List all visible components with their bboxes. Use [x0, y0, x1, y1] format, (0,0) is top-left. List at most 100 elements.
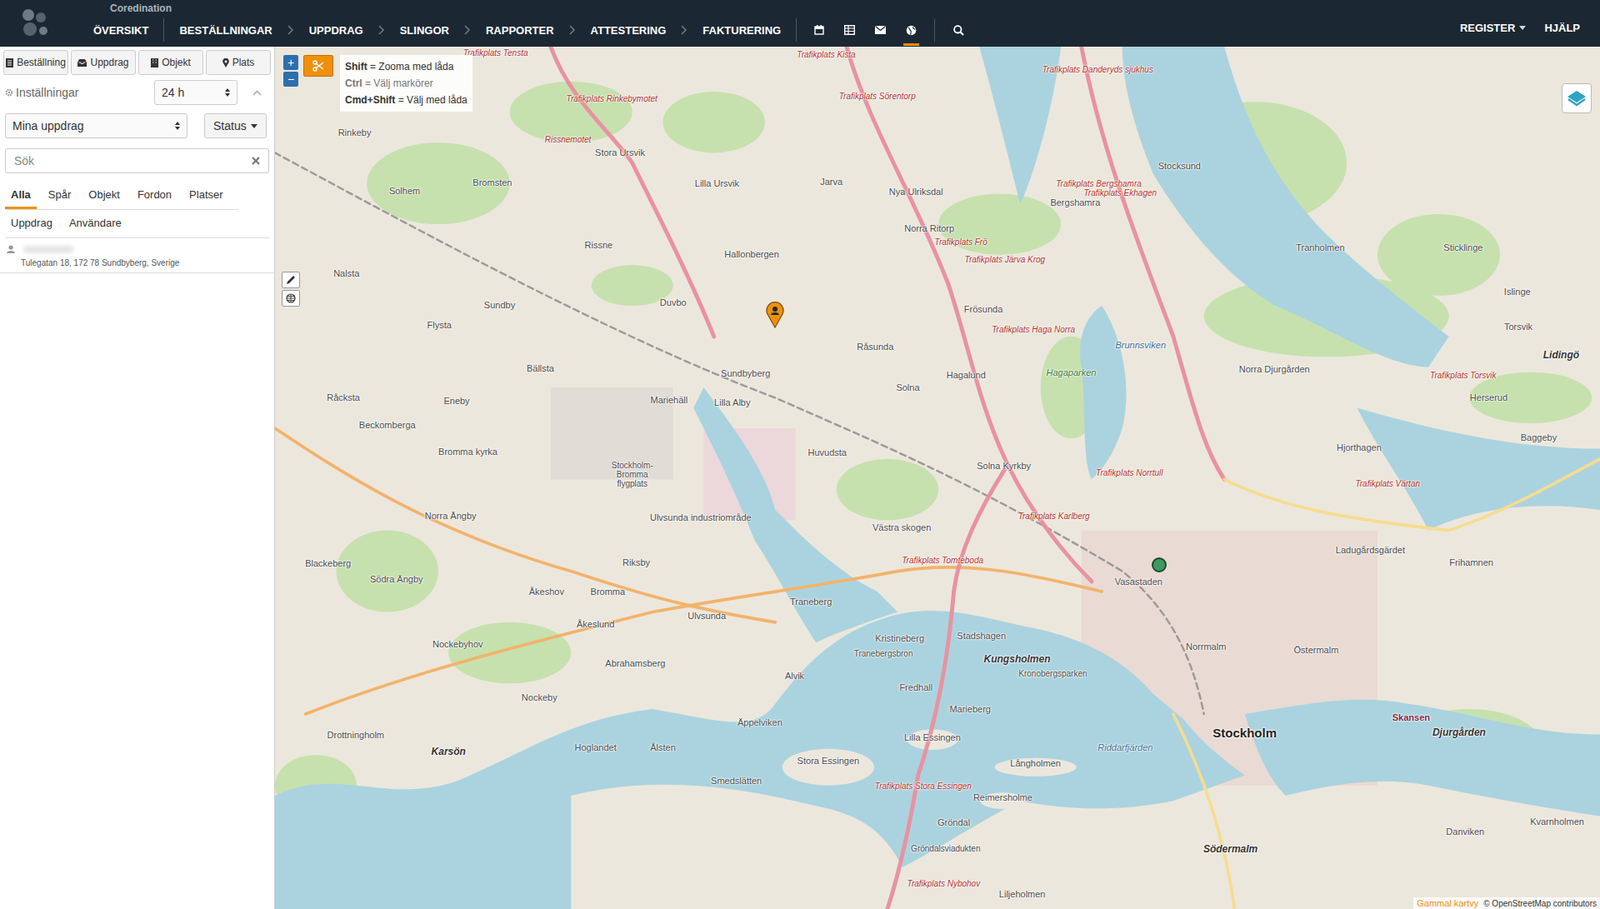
nav-item[interactable]: BESTÄLLNINGAR	[179, 24, 272, 37]
map-label: Jarva	[820, 176, 843, 187]
map-label: Hjorthagen	[1336, 442, 1382, 453]
nav-right-item[interactable]: HJÄLP	[1544, 21, 1580, 35]
settings-row: Inställningar 24 h	[0, 75, 275, 105]
map-label: Gröndal	[937, 817, 970, 828]
calendar-icon	[814, 25, 825, 35]
create-button[interactable]: Uppdrag	[70, 50, 136, 75]
map[interactable]: RinkebyStora UrsvikLilla UrsvikJarvaNya …	[275, 46, 1600, 909]
map-marker[interactable]	[1151, 557, 1167, 573]
map-label: Mariehäll	[650, 395, 689, 405]
map-label: Liljeholmen	[999, 889, 1046, 900]
draw-area-button[interactable]	[281, 290, 300, 307]
map-label: Frihamnen	[1449, 557, 1494, 568]
updown-icon	[225, 88, 230, 97]
filter-tab[interactable]: Användare	[63, 211, 128, 238]
period-select[interactable]: 24 h	[154, 80, 238, 105]
main-menu: ÖVERSIKT BESTÄLLNINGAR UPPDRAG SLINGOR R…	[93, 14, 965, 46]
clear-icon[interactable]	[251, 156, 260, 165]
map-label: Bromma kyrka	[438, 446, 498, 457]
map-label: Råcksta	[326, 392, 360, 403]
blurred-name	[23, 245, 74, 254]
filter-select[interactable]: Mina uppdrag	[5, 113, 188, 139]
zoom-button[interactable]: −	[283, 71, 299, 87]
map-label: Södermalm	[1203, 843, 1258, 855]
view-tab[interactable]	[872, 14, 889, 46]
nav-right-item[interactable]: REGISTER	[1460, 21, 1526, 35]
sidebar: Beställning Uppdrag Objekt Plats Inställ…	[0, 46, 275, 909]
map-label: Trafikplats Värtan	[1355, 479, 1420, 489]
zoom-control: +−	[283, 55, 299, 87]
create-button[interactable]: Plats	[205, 50, 271, 75]
grid-globe-icon	[285, 293, 296, 304]
view-tab[interactable]	[811, 14, 827, 46]
draw-line-button[interactable]	[281, 271, 300, 289]
status-button[interactable]: Status	[204, 113, 267, 139]
map-label: Gröndalsviadukten	[910, 843, 980, 853]
attribution[interactable]: © OpenStreetMap contributors	[1483, 899, 1597, 909]
create-button[interactable]: Beställning	[3, 50, 69, 75]
building-icon	[150, 58, 159, 68]
map-label: Norrmalm	[1185, 641, 1226, 652]
create-button[interactable]: Objekt	[138, 50, 204, 75]
filter-tabs: AllaSpårObjektFordonPlatser	[5, 183, 239, 210]
map-label: Trafikplats Torsvik	[1430, 370, 1496, 380]
filter-tab[interactable]: Objekt	[82, 183, 126, 210]
cluster-toggle[interactable]	[303, 55, 334, 77]
map-label: Trafikplats Sörentorp	[839, 90, 916, 100]
map-label: Eneby	[443, 395, 470, 406]
map-label: Fredhall	[899, 682, 933, 693]
view-tab[interactable]	[841, 14, 858, 46]
filter-tab[interactable]: Alla	[5, 183, 37, 210]
nav-item[interactable]: FAKTURERING	[702, 24, 781, 37]
nav-item[interactable]: ATTESTERING	[590, 24, 667, 37]
view-tab[interactable]	[903, 14, 920, 46]
logo-icon[interactable]	[18, 0, 55, 47]
search-icon[interactable]	[953, 25, 965, 36]
map-label: Kristineberg	[875, 633, 925, 644]
filter-tab[interactable]: Fordon	[131, 183, 178, 210]
nav-divider	[934, 18, 935, 42]
table-icon	[844, 25, 855, 35]
map-label: Västra skogen	[872, 522, 931, 533]
help-row: Cmd+Shift = Välj med låda	[345, 91, 468, 109]
search-placeholder: Sök	[14, 154, 35, 168]
nav-item[interactable]: RAPPORTER	[485, 24, 555, 37]
old-map-link[interactable]: Gammal kartvy	[1416, 898, 1479, 909]
chevron-icon	[287, 25, 295, 35]
map-label: Nalsta	[333, 268, 360, 279]
nav-divider	[163, 18, 165, 42]
map-label: Trafikplats Norrtull	[1095, 467, 1163, 477]
map-label: Stora Ursvik	[595, 147, 645, 158]
collapse-button[interactable]	[244, 90, 270, 96]
map-label: Reimersholme	[973, 792, 1033, 803]
scissors-icon	[312, 60, 325, 72]
chevron-icon	[569, 25, 576, 35]
map-pin-icon[interactable]	[765, 301, 785, 329]
caret-icon	[250, 124, 258, 129]
nav-item[interactable]: SLINGOR	[400, 24, 450, 37]
zoom-button[interactable]: +	[283, 55, 299, 70]
map-label: Hagalund	[946, 370, 986, 380]
map-label: Trafikplats Frö	[935, 236, 988, 246]
map-label: Hallonbergen	[724, 249, 779, 260]
layers-button[interactable]	[1561, 83, 1592, 114]
nav-item[interactable]: ÖVERSIKT	[93, 24, 149, 37]
filter-tab[interactable]: Platser	[183, 183, 229, 210]
map-label: Trafikplats Bergshamra	[1055, 179, 1142, 189]
filter-tab[interactable]: Uppdrag	[5, 211, 59, 238]
map-label: Duvbo	[660, 297, 687, 308]
filter-tab[interactable]: Spår	[42, 183, 77, 210]
map-label: Vasastaden	[1115, 576, 1163, 587]
map-label: Stockholm-Bromma flygplats	[606, 460, 659, 489]
create-buttons: Beställning Uppdrag Objekt Plats	[0, 46, 275, 75]
settings-link[interactable]: Inställningar	[5, 85, 148, 100]
map-label: Hoglandet	[575, 742, 617, 753]
nav-item[interactable]: UPPDRAG	[309, 24, 364, 37]
search-field[interactable]: Sök	[5, 148, 270, 174]
map-label: Torsvik	[1504, 321, 1533, 332]
caret-icon	[1519, 25, 1526, 30]
map-label: Baggeby	[1520, 432, 1557, 443]
map-label: Stockholm	[1212, 725, 1277, 740]
map-label: Solna Kyrkby	[976, 460, 1031, 471]
result-item[interactable]: Tulegatan 18, 172 78 Sundbyberg, Sverige	[0, 238, 275, 274]
